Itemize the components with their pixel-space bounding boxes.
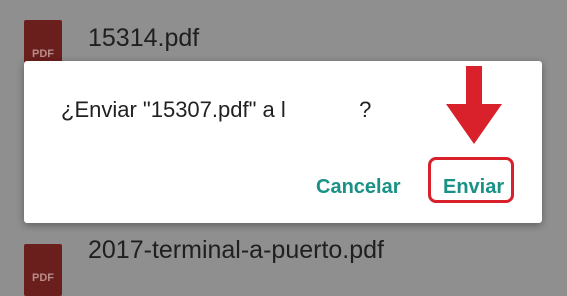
dialog-message: ¿Enviar "15307.pdf" a l ? bbox=[61, 97, 372, 122]
pdf-file-icon: PDF bbox=[24, 244, 62, 296]
highlight-annotation-box bbox=[428, 157, 514, 203]
cancel-button[interactable]: Cancelar bbox=[316, 167, 401, 207]
file-name: 2017-terminal-a-puerto.pdf bbox=[88, 236, 384, 264]
arrow-down-icon bbox=[446, 66, 502, 144]
file-list-item[interactable]: PDF 2017-terminal-a-puerto.pdf bbox=[0, 222, 567, 296]
file-list-item[interactable]: PDF 15314.pdf bbox=[0, 0, 567, 72]
file-name: 15314.pdf bbox=[88, 24, 200, 52]
